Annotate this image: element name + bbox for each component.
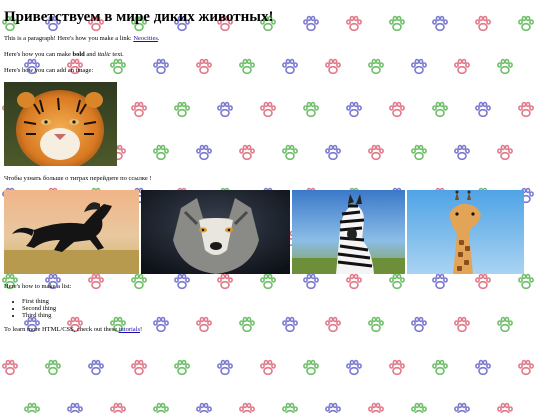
paw-print bbox=[218, 361, 232, 375]
paragraph-bold-italic: Here's how you can make bold and italic … bbox=[4, 50, 536, 59]
paw-print bbox=[347, 361, 361, 375]
italic-text: italic bbox=[97, 51, 110, 58]
paragraph-link: This is a paragraph! Here's how you make… bbox=[4, 34, 536, 43]
bold-prefix-text: Here's how you can make bbox=[4, 51, 71, 58]
animal-gallery bbox=[4, 190, 536, 274]
paw-print bbox=[132, 361, 146, 375]
image-intro: Here's how you can add an image: bbox=[4, 66, 536, 75]
paw-print bbox=[390, 361, 404, 375]
page-content: Приветствуем в мире диких животных! This… bbox=[0, 8, 540, 334]
paw-print bbox=[261, 361, 275, 375]
things-list: First thing Second thing Third thing bbox=[4, 298, 536, 319]
paragraph-link-text: This is a paragraph! Here's how you make… bbox=[4, 35, 132, 42]
learn-more-text: To learn more HTML/CSS, check out these bbox=[4, 326, 117, 333]
and-text: and bbox=[86, 51, 95, 58]
tiger-image[interactable] bbox=[4, 82, 117, 166]
tutorials-link[interactable]: tutorials bbox=[119, 326, 140, 333]
wolf-image[interactable] bbox=[141, 190, 290, 274]
paw-print bbox=[304, 361, 318, 375]
paw-print bbox=[433, 361, 447, 375]
list-item: Second thing bbox=[22, 305, 536, 312]
neocities-link[interactable]: Neocities bbox=[133, 35, 158, 42]
paw-print bbox=[46, 361, 60, 375]
learn-more: To learn more HTML/CSS, check out these … bbox=[4, 325, 536, 334]
giraffe-image[interactable] bbox=[407, 190, 524, 274]
zebra-image[interactable] bbox=[292, 190, 405, 274]
bold-text: bold bbox=[73, 51, 85, 58]
page-title: Приветствуем в мире диких животных! bbox=[4, 8, 536, 26]
list-item: Third thing bbox=[22, 312, 536, 319]
paw-print bbox=[3, 361, 17, 375]
paw-print bbox=[175, 361, 189, 375]
horse-image[interactable] bbox=[4, 190, 139, 274]
list-item: First thing bbox=[22, 298, 536, 305]
tiger-caption: Чтобы узнать больше о тиграх перейдите п… bbox=[4, 174, 536, 183]
list-intro: Here's how to make a list: bbox=[4, 282, 536, 291]
paw-print bbox=[519, 361, 533, 375]
paw-print bbox=[89, 361, 103, 375]
paw-print bbox=[476, 361, 490, 375]
text-suffix: text. bbox=[112, 51, 123, 58]
